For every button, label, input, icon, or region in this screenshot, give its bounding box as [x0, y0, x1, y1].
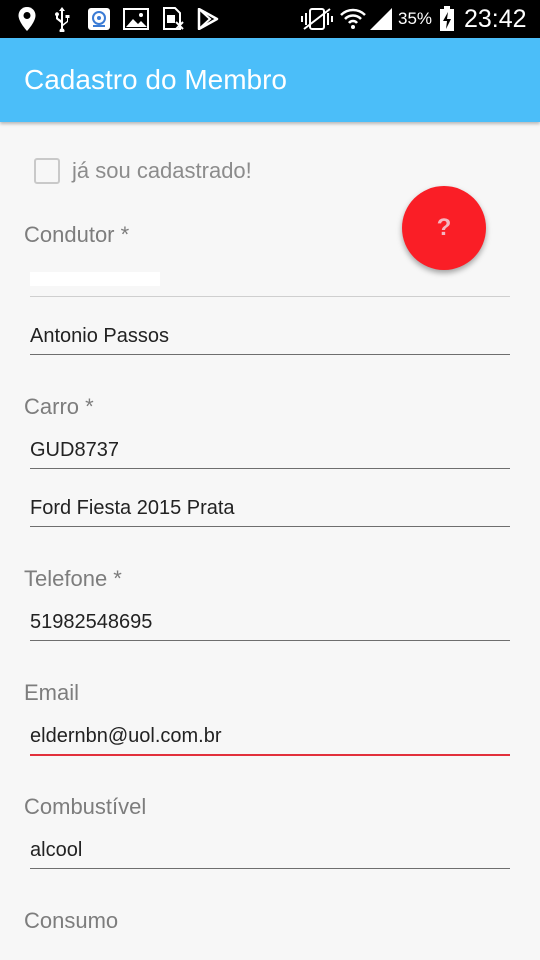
help-button[interactable]: ?: [402, 186, 486, 270]
usb-icon: [50, 6, 74, 32]
combustivel-value: alcool: [30, 839, 83, 861]
telefone-value: 51982548695: [30, 611, 153, 633]
carro-plate-value: GUD8737: [30, 439, 119, 461]
battery-charging-icon: [438, 6, 456, 32]
combustivel-field[interactable]: alcool: [30, 834, 510, 869]
help-button-label: ?: [436, 214, 452, 241]
already-registered-label: já sou cadastrado!: [72, 158, 252, 183]
location-icon: [16, 6, 38, 32]
carro-model-value: Ford Fiesta 2015 Prata: [30, 497, 235, 519]
telefone-field[interactable]: 51982548695: [30, 606, 510, 641]
vibrate-icon: [300, 6, 334, 32]
status-time: 23:42: [464, 5, 527, 33]
status-bar: 35% 23:42: [0, 0, 540, 38]
telefone-label: Telefone *: [24, 566, 122, 591]
condutor-name-value: Antonio Passos: [30, 325, 169, 347]
image-icon: [122, 6, 150, 32]
email-field[interactable]: eldernbn@uol.com.br: [30, 720, 510, 756]
carro-model-field[interactable]: Ford Fiesta 2015 Prata: [30, 492, 510, 527]
already-registered-checkbox[interactable]: [34, 158, 60, 184]
wifi-icon: [340, 6, 366, 32]
battery-percent: 35%: [398, 9, 433, 28]
email-value: eldernbn@uol.com.br: [30, 725, 222, 747]
condutor-name-field[interactable]: Antonio Passos: [30, 320, 510, 355]
condutor-label: Condutor *: [24, 222, 130, 247]
play-store-icon: [196, 6, 220, 32]
notification-app-icon: [86, 6, 112, 32]
consumo-label: Consumo: [24, 908, 119, 933]
carro-plate-field[interactable]: GUD8737: [30, 434, 510, 469]
already-registered-row[interactable]: já sou cadastrado!: [34, 156, 252, 186]
sim-card-icon: [160, 6, 186, 32]
signal-icon: [368, 6, 394, 32]
combustivel-label: Combustível: [24, 794, 147, 819]
page-title: Cadastro do Membro: [24, 64, 288, 95]
redacted-value: [30, 272, 160, 286]
carro-label: Carro *: [24, 394, 94, 419]
email-label: Email: [24, 680, 80, 705]
app-bar: Cadastro do Membro: [0, 38, 540, 122]
